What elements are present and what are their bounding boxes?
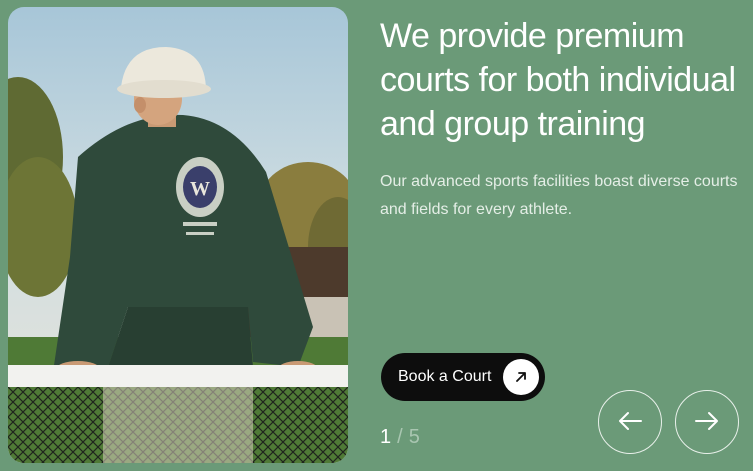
hero-headline: We provide premium courts for both indiv… — [380, 17, 736, 143]
next-slide-button[interactable] — [675, 390, 739, 454]
current-slide: 1 — [380, 426, 392, 448]
hero-subtext: Our advanced sports facilities boast div… — [380, 173, 738, 218]
slide-counter: 1/5 — [380, 426, 420, 449]
hero-image: W — [8, 7, 348, 463]
book-court-label: Book a Court — [398, 368, 492, 385]
total-slides: 5 — [408, 426, 420, 448]
arrow-right-icon — [694, 411, 720, 434]
slide-separator: / — [397, 426, 403, 448]
previous-slide-button[interactable] — [598, 390, 662, 454]
arrow-left-icon — [617, 411, 643, 434]
book-court-button[interactable]: Book a Court — [381, 353, 545, 401]
arrow-up-right-icon — [503, 359, 539, 395]
svg-text:W: W — [190, 178, 210, 200]
